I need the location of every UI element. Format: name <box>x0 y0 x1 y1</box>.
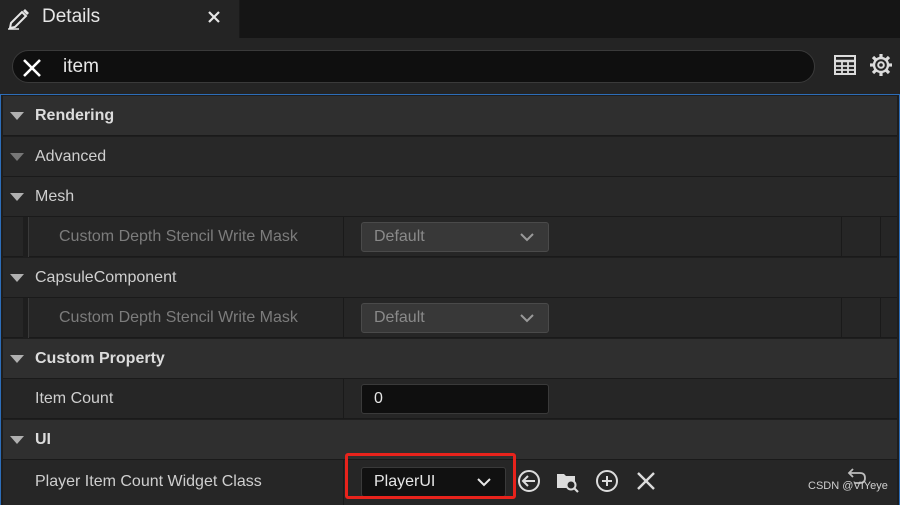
indent-guide <box>23 298 29 338</box>
stencil-mask-dropdown[interactable]: Default <box>361 222 549 252</box>
category-label: UI <box>35 431 51 448</box>
subcategory-advanced[interactable]: Advanced <box>3 137 897 177</box>
clear-search-icon[interactable] <box>21 57 43 79</box>
column-divider <box>841 298 842 338</box>
browse-icon[interactable] <box>555 469 579 493</box>
property-row-item-count: Item Count <box>3 379 897 419</box>
dropdown-value: Default <box>374 309 425 326</box>
property-label: Player Item Count Widget Class <box>35 473 262 490</box>
category-custom-property[interactable]: Custom Property <box>3 339 897 379</box>
subcategory-mesh[interactable]: Mesh <box>3 177 897 217</box>
close-icon[interactable] <box>205 8 223 26</box>
property-label: Item Count <box>35 390 114 407</box>
tab-bar: Details <box>0 0 900 38</box>
category-label: Rendering <box>35 107 115 124</box>
dropdown-value: Default <box>374 228 425 245</box>
column-divider[interactable] <box>343 217 344 257</box>
item-count-input[interactable] <box>374 389 534 409</box>
chevron-down-icon <box>520 233 534 242</box>
expand-arrow-icon[interactable] <box>10 436 24 444</box>
column-divider <box>880 298 881 338</box>
indent-guide <box>23 217 29 257</box>
use-selected-icon[interactable] <box>517 469 541 493</box>
expand-arrow-icon[interactable] <box>10 153 24 161</box>
property-label: Custom Depth Stencil Write Mask <box>59 309 298 326</box>
property-row-capsule-stencil: Custom Depth Stencil Write Mask Default <box>3 298 897 338</box>
search-box <box>12 50 815 83</box>
details-toolbar <box>0 38 900 94</box>
column-divider <box>880 217 881 257</box>
category-label: Custom Property <box>35 350 165 367</box>
subcategory-label: CapsuleComponent <box>35 269 177 286</box>
expand-arrow-icon[interactable] <box>10 355 24 363</box>
expand-arrow-icon[interactable] <box>10 193 24 201</box>
pencil-icon <box>8 9 29 30</box>
expand-arrow-icon[interactable] <box>10 112 24 120</box>
column-divider[interactable] <box>343 379 344 419</box>
stencil-mask-dropdown[interactable]: Default <box>361 303 549 333</box>
search-input[interactable] <box>63 53 763 81</box>
property-row-mesh-stencil: Custom Depth Stencil Write Mask Default <box>3 217 897 257</box>
tab-details[interactable]: Details <box>0 0 240 38</box>
details-panel: Rendering Advanced Mesh Custom Depth Ste… <box>0 94 900 505</box>
clear-icon[interactable] <box>634 469 658 493</box>
subcategory-label: Mesh <box>35 188 75 205</box>
property-matrix-icon[interactable] <box>832 52 858 78</box>
watermark: CSDN @VIYeye <box>808 480 888 492</box>
tab-title: Details <box>42 6 101 27</box>
subcategory-capsule-component[interactable]: CapsuleComponent <box>3 258 897 298</box>
expand-arrow-icon[interactable] <box>10 274 24 282</box>
settings-gear-icon[interactable] <box>868 52 894 78</box>
item-count-field[interactable] <box>361 384 549 414</box>
subcategory-label: Advanced <box>35 148 107 165</box>
column-divider <box>841 217 842 257</box>
column-divider[interactable] <box>343 460 344 505</box>
chevron-down-icon <box>520 314 534 323</box>
add-icon[interactable] <box>595 469 619 493</box>
annotation-highlight <box>345 453 516 499</box>
category-rendering[interactable]: Rendering <box>3 96 897 136</box>
column-divider[interactable] <box>343 298 344 338</box>
property-label: Custom Depth Stencil Write Mask <box>59 228 298 245</box>
